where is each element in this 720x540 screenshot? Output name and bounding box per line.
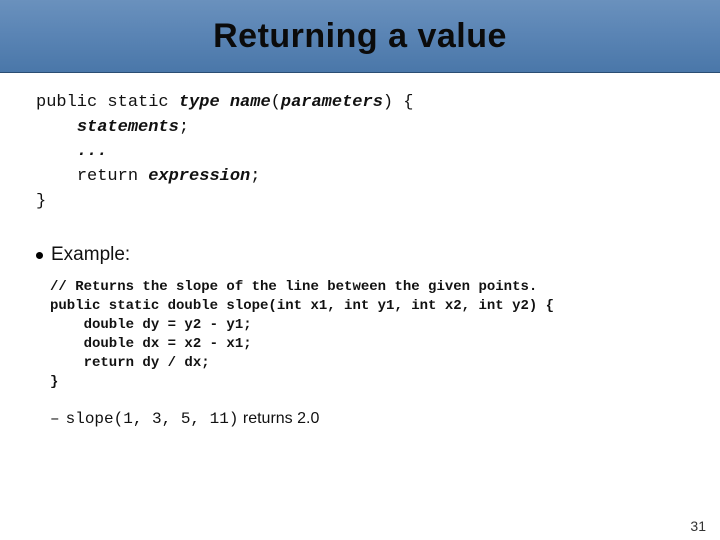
code-line-1: // Returns the slope of the line between… <box>50 279 537 295</box>
slide: Returning a value public static type nam… <box>0 0 720 540</box>
placeholder-expression: expression <box>148 167 250 186</box>
code-line-5: return dy / dx; <box>50 355 210 371</box>
placeholder-parameters: parameters <box>281 93 383 112</box>
code-line-4: double dx = x2 - x1; <box>50 336 252 352</box>
example-code: // Returns the slope of the line between… <box>50 278 684 391</box>
placeholder-name: name <box>230 93 271 112</box>
page-number: 31 <box>690 518 706 534</box>
result-value: 2.0 <box>297 410 319 427</box>
code-line-2: public static double slope(int x1, int y… <box>50 298 554 314</box>
kw-return: return <box>77 167 138 186</box>
lbrace: { <box>393 93 413 112</box>
result-call: slope(1, 3, 5, 11) <box>66 410 239 428</box>
syntax-template: public static type name(parameters) { st… <box>36 91 684 214</box>
kw-static: static <box>107 93 168 112</box>
title-bar: Returning a value <box>0 0 720 73</box>
dash-icon: – <box>50 410 60 428</box>
lparen: ( <box>271 93 281 112</box>
slide-title: Returning a value <box>213 17 507 56</box>
bullet-icon <box>36 252 43 259</box>
placeholder-statements: statements <box>77 118 179 137</box>
kw-public: public <box>36 93 97 112</box>
semi: ; <box>179 118 189 137</box>
code-line-6: } <box>50 374 58 390</box>
placeholder-type: type <box>179 93 220 112</box>
ellipsis: ... <box>77 142 108 161</box>
semi2: ; <box>250 167 260 186</box>
example-label-text: Example: <box>51 244 130 265</box>
example-heading: Example: <box>36 244 684 266</box>
slide-body: public static type name(parameters) { st… <box>0 73 720 428</box>
rbrace: } <box>36 192 46 211</box>
example-result: –slope(1, 3, 5, 11) returns 2.0 <box>50 410 684 428</box>
result-word: returns <box>238 410 297 427</box>
rparen: ) <box>383 93 393 112</box>
code-line-3: double dy = y2 - y1; <box>50 317 252 333</box>
